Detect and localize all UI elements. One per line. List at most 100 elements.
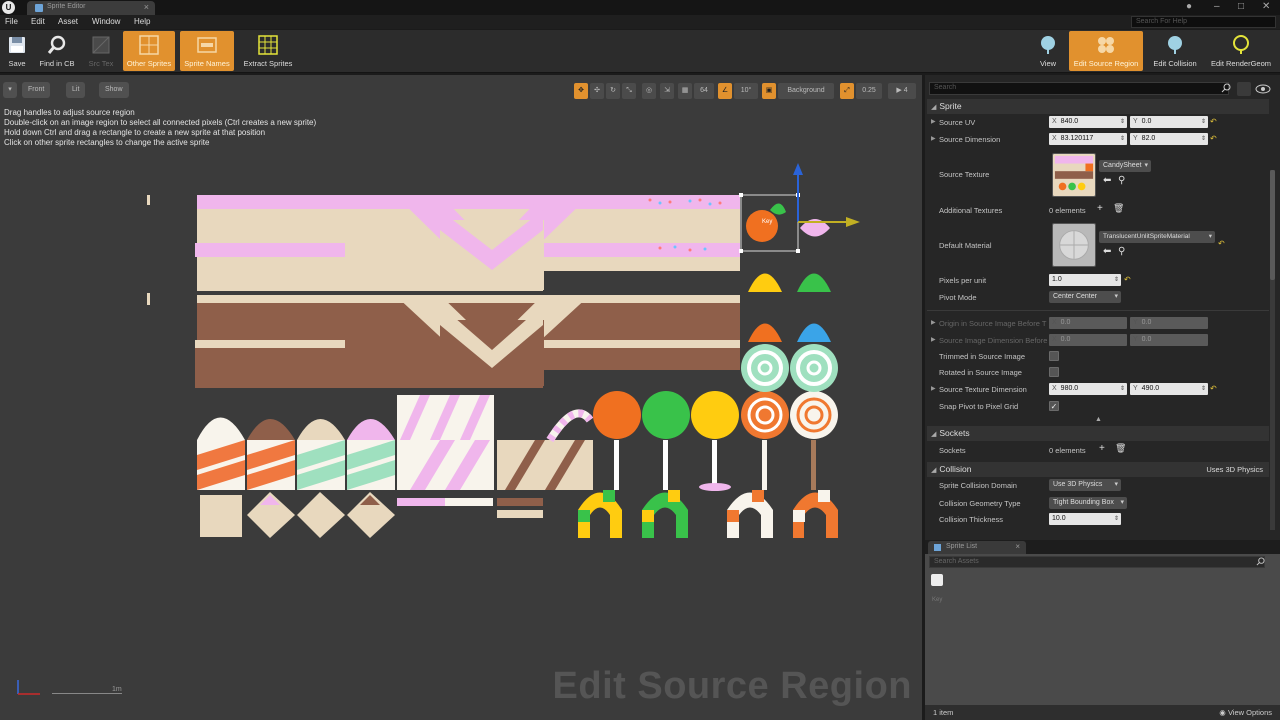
sockets-section-header[interactable]: ◢ Sockets [927, 426, 1269, 441]
default-material-dropdown[interactable]: TranslucentUnlitSpriteMaterial [1099, 231, 1215, 243]
sprite-viewport[interactable]: ▾ Front Lit Show ✥ ✣ ↻ ⤡ ◎ ⇲ ▦ 64 ∠ 10° … [0, 75, 922, 720]
tab-sprite-editor[interactable]: Sprite Editor × [27, 1, 155, 15]
sprite-list-tab-label: Sprite List [946, 543, 978, 550]
pixels-per-unit-field[interactable]: 1.0 ⇕ [1049, 274, 1121, 286]
edit-collision-label: Edit Collision [1153, 59, 1197, 68]
item-count: 1 item [933, 708, 954, 717]
pivot-mode-dropdown[interactable]: Center Center [1049, 291, 1121, 303]
src-tex-label: Src Tex [88, 59, 114, 68]
default-material-thumbnail[interactable] [1052, 223, 1096, 267]
collision-geometry-type-dropdown[interactable]: Tight Bounding Box [1049, 497, 1127, 509]
collision-section-header[interactable]: ◢ Collision Uses 3D Physics [927, 462, 1269, 477]
delete-elements-icon[interactable]: 🗑 [1113, 203, 1124, 214]
sprite-section-header[interactable]: ◢ Sprite [927, 99, 1269, 114]
source-dimension-y-field[interactable]: Y 82.0 ⇕ [1130, 133, 1208, 145]
menu-help[interactable]: Help [134, 17, 150, 26]
collision-geometry-type-label: Collision Geometry Type [939, 499, 1021, 508]
reset-to-default-icon[interactable]: ↶ [1218, 239, 1225, 248]
other-sprites-toggle[interactable]: Other Sprites [123, 31, 175, 71]
extract-sprites-button[interactable]: Extract Sprites [238, 31, 298, 71]
use-selected-asset-icon[interactable]: ⬅ [1103, 246, 1111, 257]
close-tab-icon[interactable]: × [144, 2, 149, 12]
scrollbar-thumb[interactable] [1270, 170, 1275, 280]
menu-window[interactable]: Window [92, 17, 120, 26]
close-tab-icon[interactable]: × [1015, 542, 1020, 551]
details-scrollbar[interactable] [1270, 170, 1275, 530]
browse-asset-icon[interactable]: ⚲ [1118, 246, 1125, 257]
trimmed-checkbox[interactable] [1049, 351, 1059, 361]
collision-thickness-field[interactable]: 10.0 ⇕ [1049, 513, 1121, 525]
eye-icon[interactable] [1255, 82, 1275, 96]
user-icon[interactable]: ● [1186, 1, 1192, 12]
view-options-label: View Options [1227, 708, 1272, 717]
collapse-icon: ◢ [931, 431, 937, 438]
sprite-item-label[interactable]: Key [932, 597, 942, 603]
candy-sprite-sheet[interactable] [0, 75, 922, 720]
selected-sprite-key [739, 163, 860, 253]
source-uv-y-field[interactable]: Y 0.0 ⇕ [1130, 116, 1208, 128]
collision-note: Uses 3D Physics [1206, 465, 1263, 474]
edit-render-geom-mode-button[interactable]: Edit RenderGeom [1207, 31, 1275, 71]
tab-sprite-list[interactable]: Sprite List × [928, 541, 1026, 554]
sprite-names-toggle[interactable]: Sprite Names [180, 31, 234, 71]
menu-edit[interactable]: Edit [31, 17, 45, 26]
edit-collision-mode-button[interactable]: Edit Collision [1149, 31, 1201, 71]
menu-asset[interactable]: Asset [58, 17, 78, 26]
help-search-input[interactable]: Search For Help [1131, 16, 1276, 28]
source-texture-dimension-label: Source Texture Dimension [939, 385, 1027, 394]
collapse-advanced-icon[interactable]: ▲ [1095, 416, 1102, 423]
search-assets-input[interactable]: Search Assets [929, 556, 1265, 568]
use-selected-asset-icon[interactable]: ⬅ [1103, 175, 1111, 186]
sprite-collision-domain-dropdown[interactable]: Use 3D Physics [1049, 479, 1121, 491]
minimize-button[interactable]: – [1214, 1, 1220, 12]
reset-to-default-icon[interactable]: ↶ [1210, 134, 1217, 143]
extract-grid-icon [258, 35, 278, 55]
origin-in-source-y-field: Y 0.0 [1130, 317, 1208, 329]
sprite-list-icon [934, 544, 941, 551]
edit-source-region-mode-button[interactable]: Edit Source Region [1069, 31, 1143, 71]
find-in-cb-button[interactable]: Find in CB [35, 31, 79, 71]
delete-sockets-icon[interactable]: 🗑 [1115, 443, 1126, 454]
grid-view-icon[interactable] [1237, 82, 1251, 96]
expand-icon[interactable]: ▶ [931, 135, 936, 142]
scale-label: 1m [112, 686, 122, 693]
source-uv-label: Source UV [939, 118, 976, 127]
source-image-dim-before-label: Source Image Dimension Before [939, 336, 1048, 345]
source-uv-x-field[interactable]: X 840.0 ⇕ [1049, 116, 1127, 128]
snap-pivot-checkbox[interactable]: ✓ [1049, 401, 1059, 411]
save-button[interactable]: Save [2, 31, 32, 71]
collision-tree-icon [1168, 36, 1182, 54]
src-tex-button[interactable]: Src Tex [85, 31, 117, 71]
source-texture-dimension-y-field[interactable]: Y 490.0 ⇕ [1130, 383, 1208, 395]
source-texture-dropdown[interactable]: CandySheet [1099, 160, 1151, 172]
view-mode-button[interactable]: View [1032, 31, 1064, 71]
origin-in-source-x-field: X 0.0 [1049, 317, 1127, 329]
rotated-checkbox[interactable] [1049, 367, 1059, 377]
source-dimension-x-field[interactable]: X 83.120117 ⇕ [1049, 133, 1127, 145]
reset-to-default-icon[interactable]: ↶ [1124, 275, 1131, 284]
source-texture-thumbnail[interactable] [1052, 153, 1096, 197]
reset-to-default-icon[interactable]: ↶ [1210, 384, 1217, 393]
magnifier-icon [47, 35, 66, 54]
rotated-label: Rotated in Source Image [939, 368, 1022, 377]
menu-file[interactable]: File [5, 17, 18, 26]
details-search-input[interactable]: Search [929, 82, 1229, 95]
add-element-icon[interactable]: + [1097, 203, 1103, 214]
expand-icon[interactable]: ▶ [931, 319, 936, 326]
edit-source-region-label: Edit Source Region [1073, 59, 1139, 68]
arch-tiles [578, 490, 838, 538]
maximize-button[interactable]: □ [1238, 1, 1244, 12]
sprite-asset-thumbnail[interactable] [931, 574, 943, 586]
expand-icon[interactable]: ▶ [931, 385, 936, 392]
scale-bar [52, 693, 122, 694]
source-texture-dimension-x-field[interactable]: X 980.0 ⇕ [1049, 383, 1127, 395]
expand-icon[interactable]: ▶ [931, 118, 936, 125]
close-window-button[interactable]: ✕ [1262, 1, 1270, 12]
axis-x-label: X [1052, 118, 1057, 125]
toolbar: Save Find in CB Src Tex Other Sprites Sp… [0, 30, 1280, 73]
expand-icon[interactable]: ▶ [931, 336, 936, 343]
reset-to-default-icon[interactable]: ↶ [1210, 117, 1217, 126]
view-options-button[interactable]: ◉ View Options [1219, 708, 1272, 717]
browse-asset-icon[interactable]: ⚲ [1118, 175, 1125, 186]
add-socket-icon[interactable]: + [1099, 443, 1105, 454]
